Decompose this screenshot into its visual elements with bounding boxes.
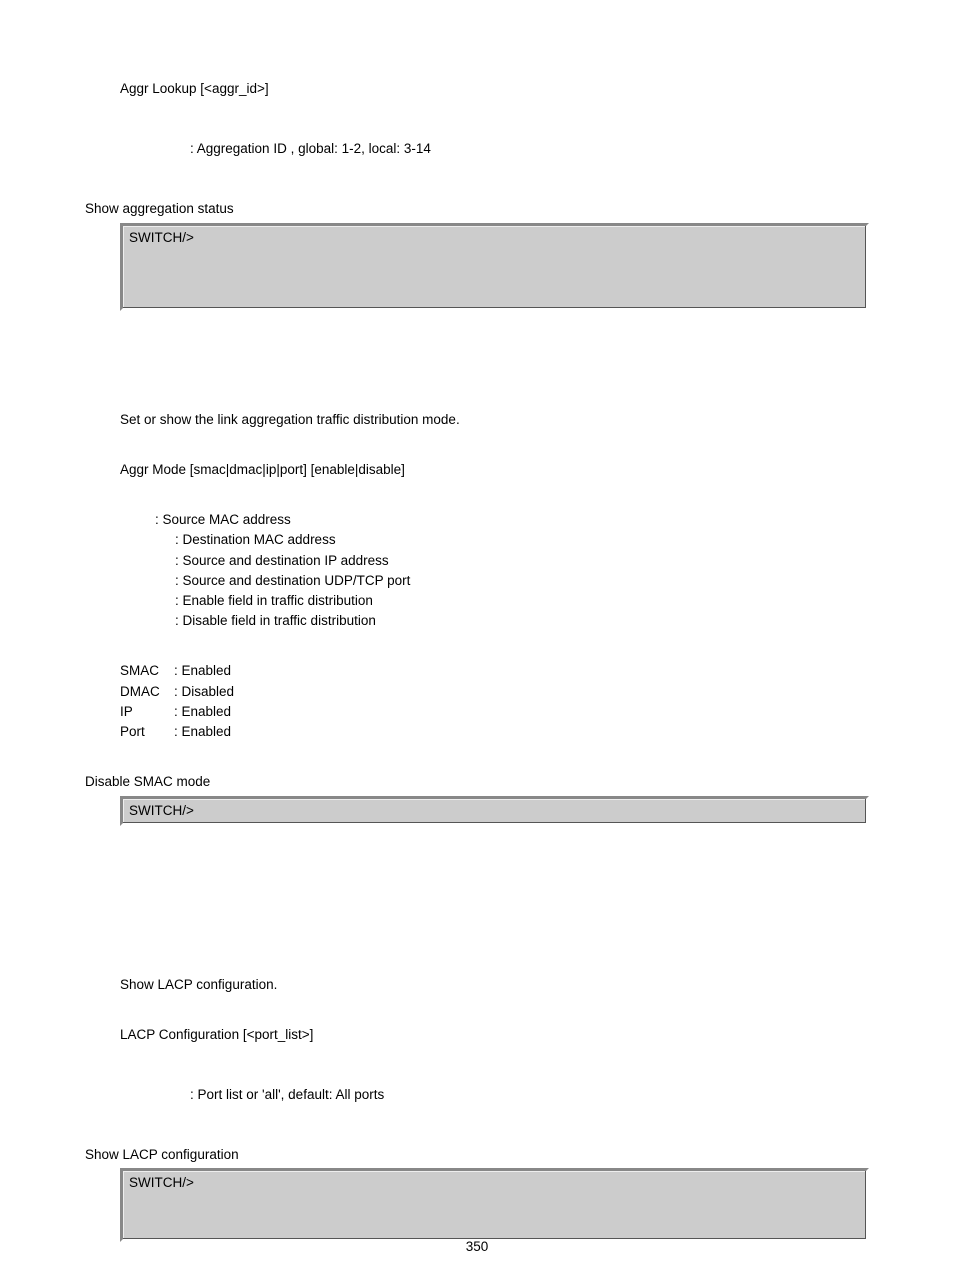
defaults-block: SMAC : Enabled DMAC : Disabled IP : Enab… (120, 662, 869, 741)
param-text: : Source and destination IP address (175, 552, 869, 570)
default-key: SMAC (120, 662, 174, 680)
default-value: : Enabled (174, 662, 231, 680)
param-text: : Disable field in traffic distribution (175, 612, 869, 630)
param-text: : Source MAC address (155, 511, 869, 529)
param-text: : Port list or 'all', default: All ports (190, 1086, 869, 1104)
default-row: DMAC : Disabled (120, 683, 869, 701)
param-text: : Aggregation ID , global: 1-2, local: 3… (190, 140, 869, 158)
page-number: 350 (0, 1239, 954, 1254)
code-box: SWITCH/> (120, 796, 869, 826)
description-text: Show LACP configuration. (120, 976, 869, 994)
description-text: Set or show the link aggregation traffic… (120, 411, 869, 429)
default-key: DMAC (120, 683, 174, 701)
default-key: IP (120, 703, 174, 721)
example-intro: Show LACP configuration (85, 1146, 869, 1164)
document-page: Aggr Lookup [<aggr_id>] : Aggregation ID… (0, 0, 954, 1282)
example-intro: Disable SMAC mode (85, 773, 869, 791)
code-box: SWITCH/> (120, 1168, 869, 1242)
syntax-text: Aggr Mode [smac|dmac|ip|port] [enable|di… (120, 461, 869, 479)
example-intro: Show aggregation status (85, 200, 869, 218)
syntax-text: LACP Configuration [<port_list>] (120, 1026, 869, 1044)
default-key: Port (120, 723, 174, 741)
param-text: : Enable field in traffic distribution (175, 592, 869, 610)
syntax-text: Aggr Lookup [<aggr_id>] (120, 80, 869, 98)
default-row: Port : Enabled (120, 723, 869, 741)
default-value: : Enabled (174, 703, 231, 721)
default-value: : Enabled (174, 723, 231, 741)
code-text: SWITCH/> (129, 803, 194, 818)
code-text: SWITCH/> (129, 1175, 194, 1190)
code-text: SWITCH/> (129, 230, 194, 245)
default-value: : Disabled (174, 683, 234, 701)
default-row: IP : Enabled (120, 703, 869, 721)
default-row: SMAC : Enabled (120, 662, 869, 680)
code-box: SWITCH/> (120, 223, 869, 311)
param-text: : Source and destination UDP/TCP port (175, 572, 869, 590)
param-text: : Destination MAC address (175, 531, 869, 549)
